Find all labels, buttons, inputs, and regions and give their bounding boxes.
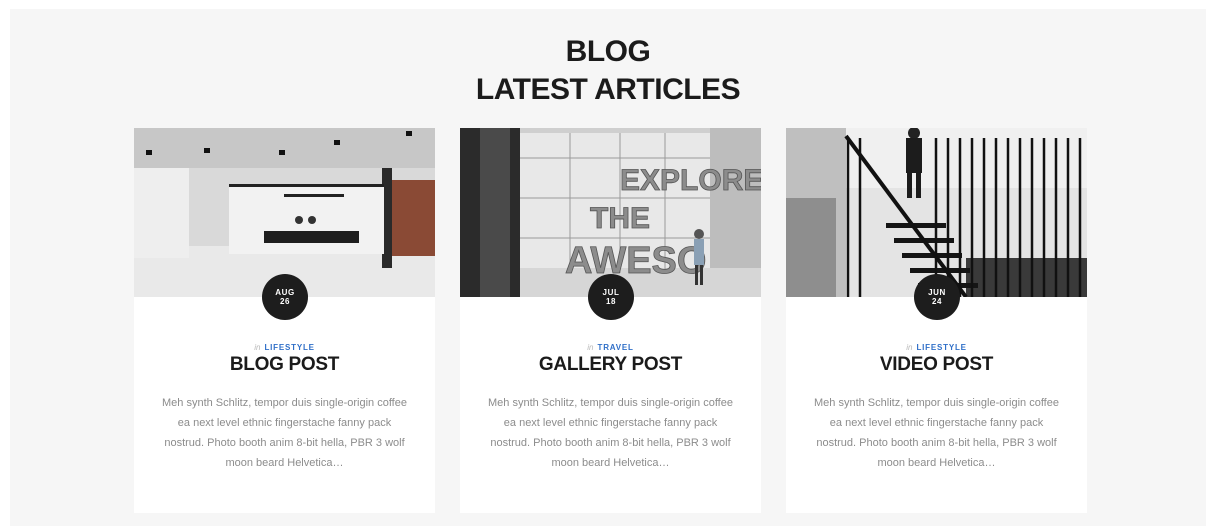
date-day: 26 [279, 297, 291, 306]
category-link[interactable]: LIFESTYLE [264, 343, 314, 352]
post-title[interactable]: BLOG POST [134, 354, 435, 376]
category-prefix: in [906, 343, 913, 352]
wall-text-3: AWESO [565, 240, 706, 282]
post-excerpt: Meh synth Schlitz, tempor duis single-or… [488, 397, 733, 469]
category-prefix: in [254, 343, 261, 352]
post-image[interactable] [786, 128, 1087, 297]
post-title[interactable]: GALLERY POST [460, 354, 761, 376]
category-prefix: in [587, 343, 594, 352]
date-day: 24 [931, 297, 943, 306]
post-image[interactable] [134, 128, 435, 297]
date-badge: JUL 18 [588, 274, 634, 320]
post-image[interactable]: EXPLORE THE AWESO [460, 128, 761, 297]
post-category[interactable]: in LIFESTYLE [786, 343, 1087, 352]
date-month: JUL [602, 288, 620, 297]
post-title[interactable]: VIDEO POST [786, 354, 1087, 376]
section-subtitle: LATEST ARTICLES [475, 73, 741, 106]
blog-card[interactable]: AUG 26 in LIFESTYLE BLOG POST Meh synth … [134, 128, 435, 513]
post-category[interactable]: in LIFESTYLE [134, 343, 435, 352]
post-excerpt: Meh synth Schlitz, tempor duis single-or… [162, 397, 407, 469]
date-month: JUN [928, 288, 946, 297]
wall-text-2: THE [590, 202, 650, 235]
post-category[interactable]: in TRAVEL [460, 343, 761, 352]
blog-card[interactable]: JUN 24 in LIFESTYLE VIDEO POST Meh synth… [786, 128, 1087, 513]
section-title: BLOG [565, 35, 651, 68]
blog-section: BLOG LATEST ARTICLES AUG 26 in LIFESTYLE… [10, 9, 1206, 526]
blog-card[interactable]: EXPLORE THE AWESO JUL 18 in TRAVEL GALLE… [460, 128, 761, 513]
category-link[interactable]: TRAVEL [598, 343, 634, 352]
category-link[interactable]: LIFESTYLE [916, 343, 966, 352]
date-month: AUG [275, 288, 295, 297]
date-day: 18 [605, 297, 617, 306]
wall-text-1: EXPLORE [620, 164, 761, 197]
section-heading: BLOG LATEST ARTICLES [10, 33, 1206, 109]
post-excerpt: Meh synth Schlitz, tempor duis single-or… [814, 397, 1059, 469]
date-badge: JUN 24 [914, 274, 960, 320]
date-badge: AUG 26 [262, 274, 308, 320]
